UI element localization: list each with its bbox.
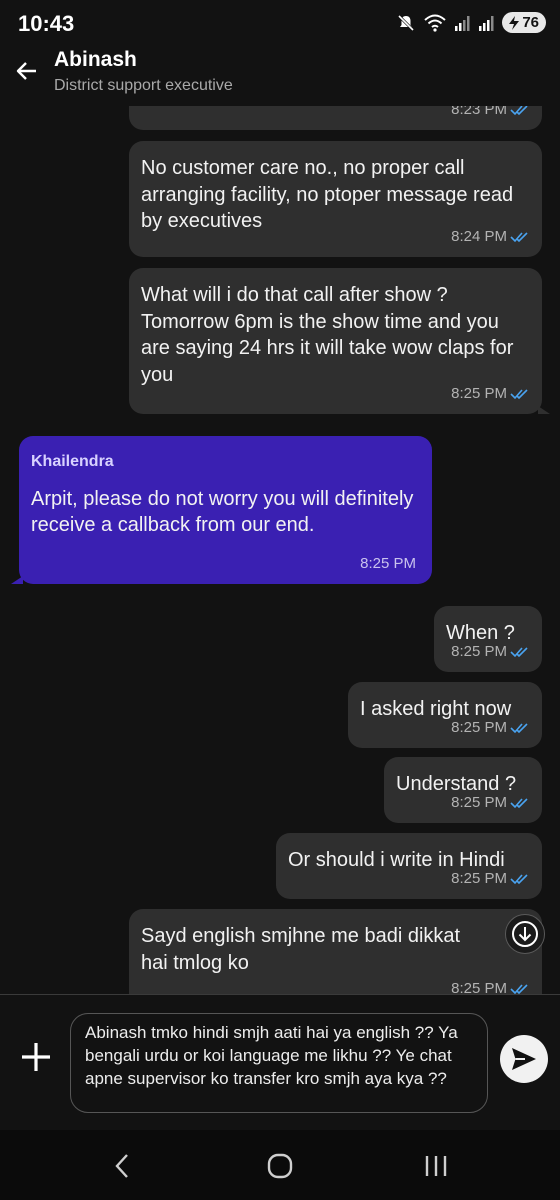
message-time: 8:24 PM (451, 227, 507, 245)
charging-leaf-icon (509, 15, 520, 30)
battery-level: 76 (522, 14, 539, 31)
bubble-tail (11, 576, 23, 584)
double-check-icon (510, 798, 528, 808)
double-check-icon (510, 106, 528, 115)
message-meta: 8:24 PM (451, 224, 530, 251)
message-meta: 8:25 PM (451, 639, 530, 666)
message-time: 8:25 PM (451, 869, 507, 887)
double-check-icon (510, 723, 528, 733)
message-bubble-outgoing[interactable]: Sayd english smjhne me badi dikkat hai t… (129, 909, 542, 994)
message-bubble-outgoing[interactable]: I asked right now 8:25 PM (348, 682, 542, 748)
message-meta: 8:25 PM (360, 551, 416, 578)
arrow-left-icon[interactable] (14, 58, 40, 84)
message-bubble-outgoing[interactable]: Or should i write in Hindi 8:25 PM (276, 833, 542, 899)
double-check-icon (510, 647, 528, 657)
message-text: What will i do that call after show ? To… (141, 284, 514, 386)
message-bubble-outgoing[interactable]: What will i do that call after show ? To… (129, 268, 550, 414)
send-icon (512, 1048, 536, 1070)
message-time: 8:25 PM (451, 642, 507, 660)
double-check-icon (510, 984, 528, 994)
mute-icon (398, 14, 415, 31)
message-bubble-outgoing[interactable]: Understand ? 8:25 PM (384, 757, 542, 823)
message-meta: 8:25 PM (451, 976, 530, 995)
scroll-to-bottom-button[interactable] (505, 914, 545, 954)
contact-subtitle: District support executive (54, 77, 233, 94)
message-bubble-outgoing[interactable]: No customer care no., no proper call arr… (129, 141, 542, 257)
bubble-tail (538, 406, 550, 414)
circle-icon (267, 1153, 293, 1179)
message-meta: 8:25 PM (451, 790, 530, 817)
nav-recents-button[interactable] (416, 1150, 456, 1182)
message-bubble-outgoing[interactable]: 8:23 PM (129, 106, 542, 130)
plus-icon[interactable] (18, 1039, 54, 1075)
message-meta: 8:23 PM (451, 106, 530, 123)
chat-header: Abinash District support executive (0, 44, 560, 106)
battery-indicator: 76 (502, 12, 546, 33)
message-meta: 8:25 PM (451, 715, 530, 742)
arrow-down-circle-icon (512, 921, 538, 947)
message-meta: 8:25 PM (451, 381, 530, 408)
message-bubble-incoming[interactable]: Khailendra Arpit, please do not worry yo… (11, 436, 432, 584)
message-bubble-outgoing[interactable]: When ? 8:25 PM (434, 606, 542, 672)
message-time: 8:25 PM (451, 793, 507, 811)
status-icons: 76 (396, 12, 546, 33)
double-check-icon (510, 232, 528, 242)
send-button[interactable] (500, 1035, 548, 1083)
contact-name[interactable]: Abinash (54, 48, 137, 72)
message-time: 8:25 PM (451, 718, 507, 736)
sender-name: Khailendra (31, 453, 114, 470)
message-time: 8:25 PM (360, 554, 416, 572)
message-list[interactable]: 8:23 PM No customer care no., no proper … (0, 106, 560, 994)
nav-back-button[interactable] (102, 1150, 142, 1182)
message-text: Sayd english smjhne me badi dikkat hai t… (141, 925, 461, 974)
nav-home-button[interactable] (260, 1150, 300, 1182)
status-bar: 10:43 76 (0, 0, 560, 48)
message-time: 8:25 PM (451, 384, 507, 402)
signal-icon-2 (479, 15, 494, 31)
double-check-icon (510, 874, 528, 884)
chevron-left-icon (115, 1154, 128, 1178)
wifi-icon (424, 14, 446, 32)
message-input[interactable]: Abinash tmko hindi smjh aati hai ya engl… (70, 1013, 488, 1113)
message-meta: 8:25 PM (451, 866, 530, 893)
three-bars-icon (425, 1156, 447, 1176)
message-time: 8:25 PM (451, 979, 507, 995)
status-time: 10:43 (18, 11, 75, 36)
message-composer: Abinash tmko hindi smjh aati hai ya engl… (0, 994, 560, 1130)
signal-icon (455, 15, 470, 31)
message-time: 8:23 PM (451, 106, 507, 118)
message-text: Arpit, please do not worry you will defi… (31, 487, 414, 537)
system-nav-bar (0, 1130, 560, 1200)
double-check-icon (510, 389, 528, 399)
